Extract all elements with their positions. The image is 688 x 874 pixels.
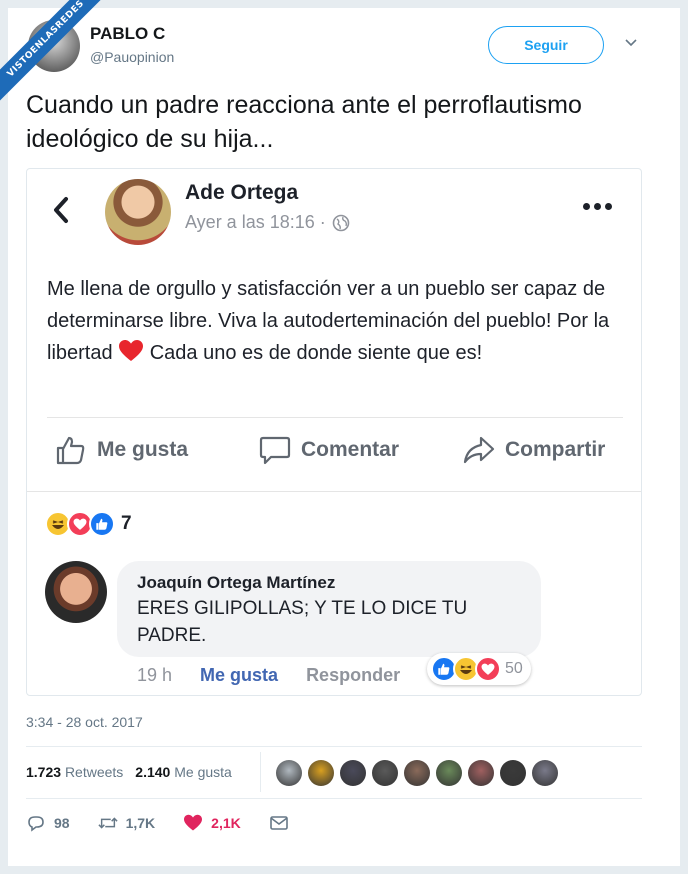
comment-icon [259,436,291,465]
divider [26,798,642,799]
divider [27,491,641,492]
retweets-label: Retweets [64,764,124,780]
likes-stat[interactable]: 2.140 Me gusta [135,764,232,780]
likers-avatars [276,760,558,786]
reply-icon [28,816,44,832]
tweet-card: VISTOENLASREDES PABLO C @Pauopinion Segu… [0,0,680,866]
retweet-count: 1,7K [125,815,156,831]
tweet-timestamp[interactable]: 3:34 - 28 oct. 2017 [26,714,143,730]
liker-avatar[interactable] [276,760,302,786]
fb-reactions-summary[interactable]: 7 [45,511,132,537]
fb-post-text: Me llena de orgullo y satisfacción ver a… [47,273,627,369]
tweet-action-bar: 98 1,7K 2,1K [26,814,317,832]
likes-count: 2.140 [135,764,171,780]
liker-avatar[interactable] [308,760,334,786]
comment-reaction-count: 50 [505,660,523,677]
likes-label: Me gusta [174,764,232,780]
fb-post-time: Ayer a las 18:16 · [185,212,350,233]
fb-author-name[interactable]: Ade Ortega [185,181,298,205]
fb-share-label: Compartir [505,438,606,461]
divider [47,417,623,418]
comment-like-button[interactable]: Me gusta [200,665,278,686]
comment-reactions[interactable]: 50 [427,653,531,685]
share-arrow-icon [463,436,495,464]
chevron-down-icon[interactable] [624,36,638,50]
comment-time: 19 h [137,665,173,685]
embedded-facebook-post[interactable]: Ade Ortega Ayer a las 18:16 · Me llena d… [26,168,642,696]
liker-avatar[interactable] [340,760,366,786]
fb-time-text: Ayer a las 18:16 · [185,212,326,232]
red-heart-icon [119,340,144,361]
back-arrow-icon[interactable] [51,195,71,225]
fb-post-text-part2: Cada uno es de donde siente que es! [149,342,483,364]
tweet-stats: 1.723 Retweets 2.140 Me gusta [26,764,232,780]
comment-meta: 19 h Me gusta Responder [137,665,400,686]
retweet-button[interactable]: 1,7K [97,814,156,832]
fb-like-button[interactable]: Me gusta [55,435,188,465]
heart-icon [184,814,203,831]
reply-count: 98 [54,815,70,831]
like-button[interactable]: 2,1K [183,814,241,832]
commenter-name[interactable]: Joaquín Ortega Martínez [137,573,521,593]
watermark-text: VISTOENLASREDES [0,0,111,104]
fb-share-button[interactable]: Compartir [463,435,605,465]
comment-text: ERES GILIPOLLAS; Y TE LO DICE TU PADRE. [137,598,468,646]
liker-avatar[interactable] [436,760,462,786]
liker-avatar[interactable] [404,760,430,786]
reply-button[interactable]: 98 [26,814,70,832]
divider [26,746,642,747]
liker-avatar[interactable] [500,760,526,786]
thumbs-up-icon [56,436,85,465]
liker-avatar[interactable] [532,760,558,786]
liker-avatar[interactable] [372,760,398,786]
commenter-avatar[interactable] [45,561,107,623]
love-reaction-icon [475,656,501,682]
divider [260,752,261,792]
retweet-icon [97,817,118,829]
like-count: 2,1K [211,815,241,831]
fb-action-bar: Me gusta Comentar Compartir [27,431,641,471]
fb-comment-button[interactable]: Comentar [259,435,399,465]
globe-icon [332,214,350,231]
fb-like-label: Me gusta [97,438,189,461]
envelope-icon [269,816,288,830]
liker-avatar[interactable] [468,760,494,786]
comment-bubble: Joaquín Ortega Martínez ERES GILIPOLLAS;… [117,561,541,657]
retweets-stat[interactable]: 1.723 Retweets [26,764,123,780]
fb-avatar[interactable] [105,179,171,245]
follow-button[interactable]: Seguir [488,26,604,64]
comment-reply-button[interactable]: Responder [306,665,400,686]
like-reaction-icon [89,511,115,537]
direct-message-button[interactable] [269,814,289,832]
more-options-icon[interactable] [583,203,612,210]
fb-comment-label: Comentar [301,438,400,461]
watermark-ribbon: VISTOENLASREDES [0,0,120,120]
fb-reaction-count: 7 [121,513,132,534]
retweets-count: 1.723 [26,764,62,780]
